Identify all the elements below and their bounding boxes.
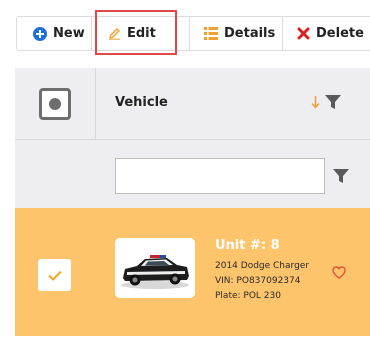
pencil-icon xyxy=(108,27,121,40)
arrow-down-icon[interactable] xyxy=(311,94,320,113)
row-checkbox[interactable] xyxy=(38,259,71,291)
police-car-image xyxy=(115,238,195,298)
indeterminate-dot xyxy=(49,98,61,110)
checkmark-icon xyxy=(47,270,62,281)
new-button-label: New xyxy=(53,26,85,41)
details-button-label: Details xyxy=(224,26,276,41)
vehicle-plate: Plate: POL 230 xyxy=(215,291,281,301)
column-divider xyxy=(95,68,96,139)
vehicle-filter-input[interactable] xyxy=(115,158,325,194)
vehicle-grid: Vehicle Unit #: 8 2014 Dodge Charger VIN… xyxy=(15,68,370,336)
funnel-icon[interactable] xyxy=(325,94,341,114)
table-row[interactable]: Unit #: 8 2014 Dodge Charger VIN: PO8370… xyxy=(15,208,370,336)
delete-button-label: Delete xyxy=(316,26,364,41)
delete-button[interactable]: Delete xyxy=(283,16,370,51)
details-button[interactable]: Details xyxy=(190,16,283,51)
vehicle-thumbnail xyxy=(115,238,195,298)
edit-button[interactable]: Edit xyxy=(92,16,190,51)
edit-button-label: Edit xyxy=(127,26,156,41)
toolbar: New Edit Details Delete xyxy=(16,16,370,51)
unit-number: Unit #: 8 xyxy=(215,238,280,253)
funnel-icon[interactable] xyxy=(333,168,349,188)
vehicle-vin: VIN: PO837092374 xyxy=(215,276,301,286)
column-header-vehicle[interactable]: Vehicle xyxy=(115,95,168,110)
grid-header-row: Vehicle xyxy=(15,68,370,140)
select-all-checkbox[interactable] xyxy=(39,88,71,120)
new-button[interactable]: New xyxy=(16,16,92,51)
plus-circle-icon xyxy=(33,26,47,41)
heart-outline-icon[interactable] xyxy=(332,264,346,283)
vehicle-model: 2014 Dodge Charger xyxy=(215,261,310,271)
grid-filter-row xyxy=(15,140,370,208)
list-icon xyxy=(204,27,218,40)
x-icon xyxy=(297,27,310,40)
